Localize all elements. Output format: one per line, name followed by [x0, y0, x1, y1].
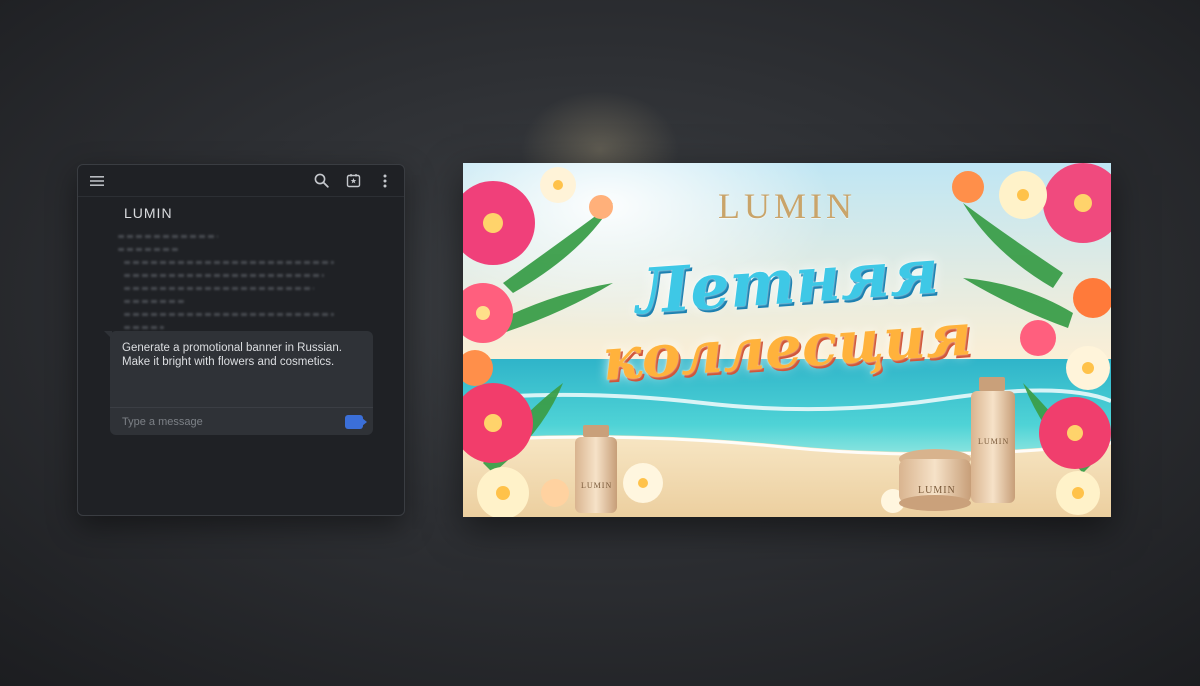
message-bubble: Generate a promotional banner in Russian…	[104, 331, 373, 435]
chat-panel: LUMIN Generate a promotional banner in R…	[77, 164, 405, 516]
message-text: Generate a promotional banner in Russian…	[122, 342, 342, 368]
blurred-history	[118, 235, 388, 339]
chat-brand: LUMIN	[124, 205, 173, 221]
chat-toolbar	[78, 165, 404, 197]
generated-banner[interactable]: LUMIN Летняя коллесция LUMIN LUMIN LUMIN	[463, 163, 1111, 517]
search-icon[interactable]	[310, 170, 332, 192]
product-label-jar: LUMIN	[918, 485, 956, 496]
product-label-bottle-left: LUMIN	[581, 481, 613, 490]
bookmark-star-icon[interactable]	[342, 170, 364, 192]
banner-logo: LUMIN	[718, 186, 856, 226]
menu-icon[interactable]	[86, 170, 108, 192]
more-vertical-icon[interactable]	[374, 170, 396, 192]
message-input[interactable]: Type a message	[122, 416, 203, 428]
product-label-bottle-right: LUMIN	[978, 437, 1010, 446]
message-input-bar: Type a message	[110, 407, 373, 435]
send-icon[interactable]	[345, 414, 367, 429]
